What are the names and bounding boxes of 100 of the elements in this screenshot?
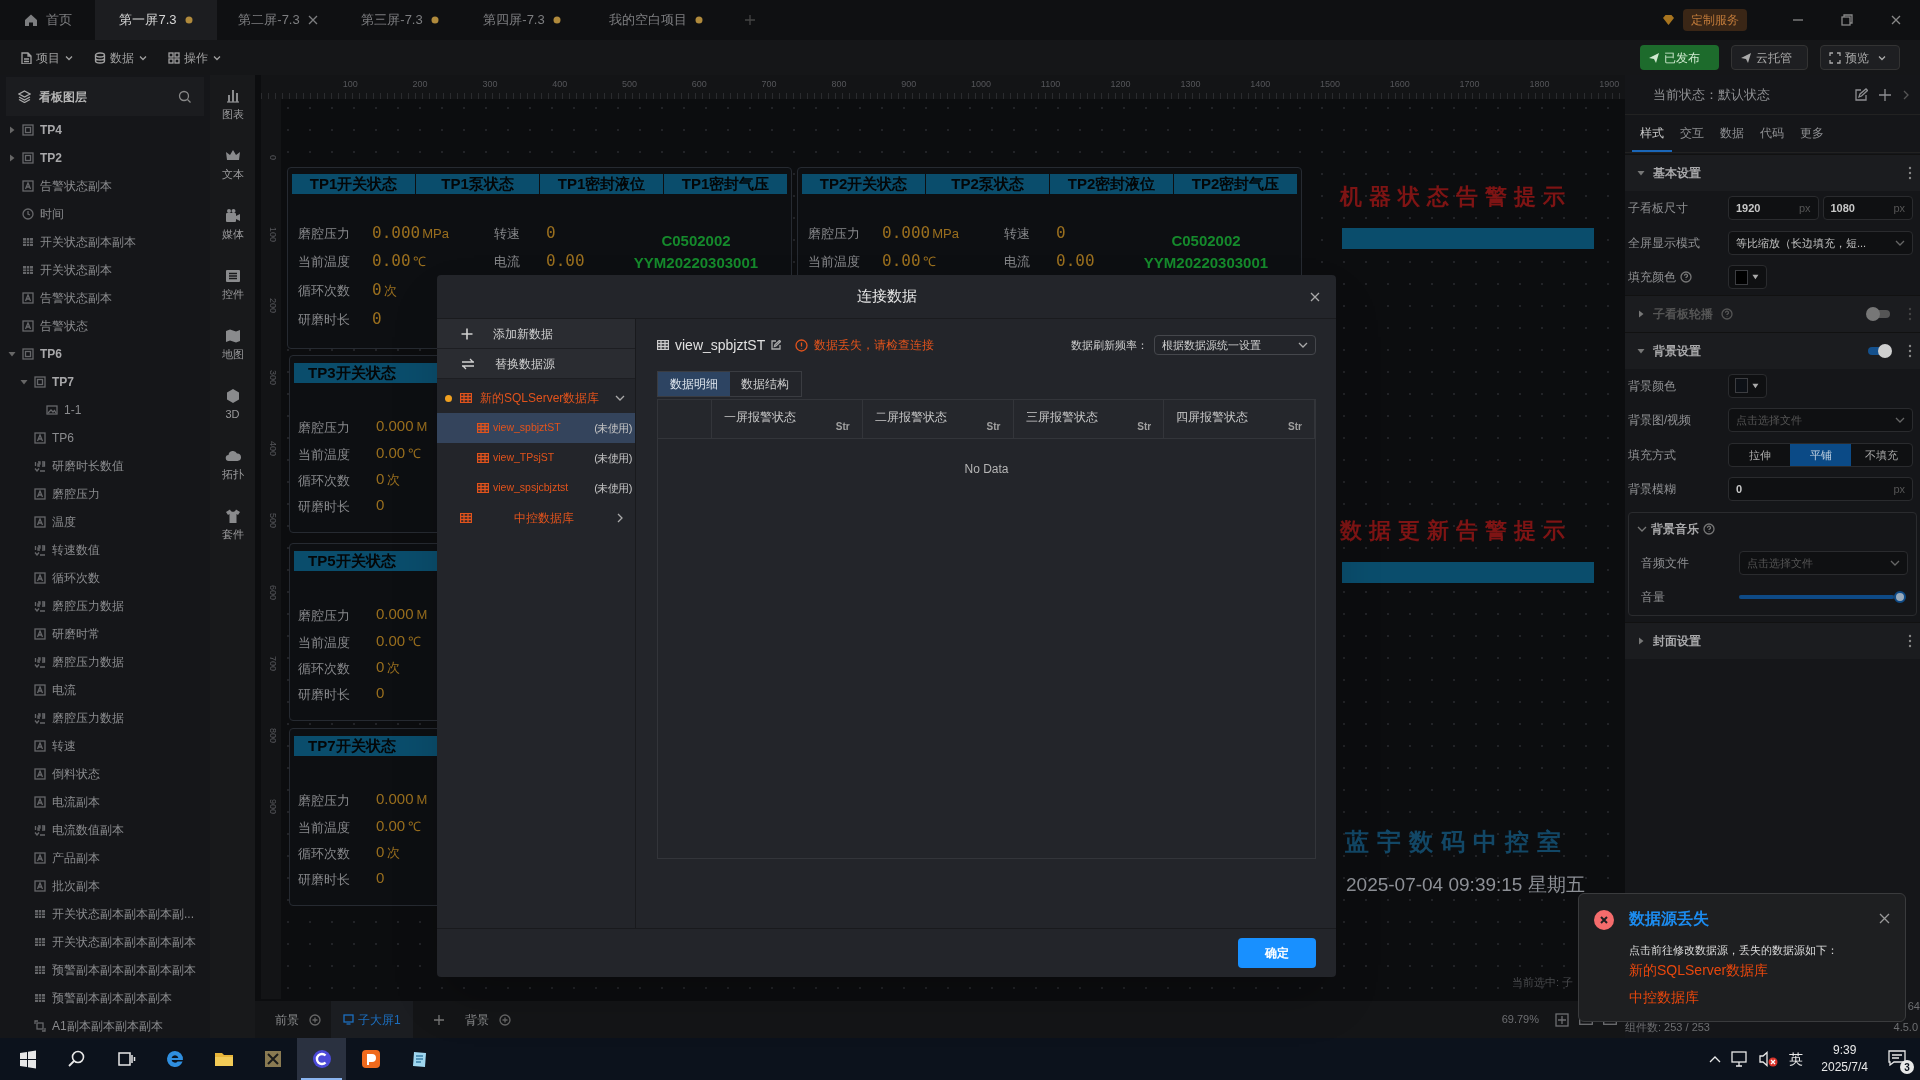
settings-tab[interactable]: 数据 (1712, 115, 1752, 152)
data-table-item[interactable]: view_spsjcbjztst (未使用) (437, 473, 635, 503)
layer-item[interactable]: 开关状态副本副本 (0, 228, 210, 256)
layer-item[interactable]: TP2 (0, 144, 210, 172)
confirm-button[interactable]: 确定 (1238, 938, 1316, 968)
component-category[interactable]: 文本 (212, 148, 253, 208)
screen-tab[interactable]: 子大屏1 (331, 1001, 413, 1038)
layer-item[interactable]: 磨腔压力数据 (0, 648, 210, 676)
add-data-button[interactable]: 添加新数据 (437, 319, 635, 349)
settings-tab[interactable]: 交互 (1672, 115, 1712, 152)
preview-button[interactable]: 预览 (1820, 45, 1900, 70)
service-badge[interactable]: 定制服务 (1683, 9, 1747, 31)
layer-item[interactable]: 告警状态副本 (0, 284, 210, 312)
column-header: 四屏报警状态 (1176, 409, 1249, 426)
layer-item[interactable]: 转速 (0, 732, 210, 760)
component-category[interactable]: 控件 (212, 268, 253, 328)
column-header: 一屏报警状态 (724, 409, 796, 426)
code-text: C0502002 (1170, 231, 1242, 251)
settings-tab[interactable]: 更多 (1792, 115, 1832, 152)
cloud-hosting-button[interactable]: 云托管 (1731, 45, 1808, 70)
layer-item[interactable]: 电流数值副本 (0, 816, 210, 844)
tab[interactable]: 第二屏-7.3 (217, 0, 339, 40)
source-link[interactable]: 新的SQLServer数据库 (1629, 960, 1769, 981)
layer-tab[interactable]: 前景 (275, 1010, 299, 1029)
layer-item[interactable]: 倒料状态 (0, 760, 210, 788)
layer-item[interactable]: 电流 (0, 676, 210, 704)
layer-item[interactable]: 产品副本 (0, 844, 210, 872)
component-category[interactable]: 媒体 (212, 208, 253, 268)
layer-item[interactable]: 电流副本 (0, 788, 210, 816)
layer-item[interactable]: 转速数值 (0, 536, 210, 564)
reading-value: 0 (372, 308, 382, 330)
layer-item[interactable]: A1副本副本副本副本 (0, 1012, 210, 1038)
section-header[interactable]: 基本设置 (1625, 154, 1920, 191)
layer-item[interactable]: 研磨时长数值 (0, 452, 210, 480)
data-source[interactable]: 中控数据库 (437, 503, 635, 533)
layer-item[interactable]: 磨腔压力 (0, 480, 210, 508)
input-method[interactable]: 英 (1789, 1048, 1804, 1070)
menu-button[interactable]: 操作 (160, 44, 230, 71)
settings-tab[interactable]: 代码 (1752, 115, 1792, 152)
layer-item[interactable]: 时间 (0, 200, 210, 228)
ruler-label: 1800 (1529, 78, 1550, 91)
layer-item[interactable]: 预警副本副本副本副本副本 (0, 956, 210, 984)
layer-item[interactable]: 批次副本 (0, 872, 210, 900)
select-field[interactable]: 根据数据源统一设置 (1154, 335, 1316, 355)
data-table-item[interactable]: view_TPsjST (未使用) (437, 443, 635, 473)
header-cell: TP2泵状态 (926, 174, 1049, 194)
layer-item[interactable]: 1-1 (0, 396, 210, 424)
layer-item[interactable]: 告警状态 (0, 312, 210, 340)
layer-item[interactable]: 预警副本副本副本副本 (0, 984, 210, 1012)
number-input[interactable]: 0 px (1728, 477, 1913, 502)
tab[interactable]: 第一屏7.3 (95, 0, 217, 40)
section-header[interactable]: 背景设置 (1625, 331, 1920, 369)
menu-button[interactable]: 项目 (12, 44, 82, 71)
segment-option[interactable]: 平铺 (1790, 443, 1851, 466)
clock-time[interactable]: 9:39 (1832, 1042, 1857, 1059)
layer-item[interactable]: 开关状态副本副本副本副... (0, 900, 210, 928)
data-tab[interactable]: 数据结构 (729, 372, 801, 396)
component-category[interactable]: 套件 (212, 508, 253, 568)
number-input[interactable]: 1920 px (1728, 196, 1819, 221)
settings-tab[interactable]: 样式 (1632, 115, 1672, 152)
segment-option[interactable]: 拉伸 (1729, 443, 1790, 466)
layer-item[interactable]: TP6 (0, 424, 210, 452)
component-category[interactable]: 拓扑 (212, 448, 253, 508)
layer-item[interactable]: 循环次数 (0, 564, 210, 592)
layer-item[interactable]: 研磨时常 (0, 620, 210, 648)
section-header[interactable]: 封面设置 (1625, 621, 1920, 659)
layer-item[interactable]: TP7 (0, 368, 210, 396)
layer-tab[interactable]: 背景 (464, 1010, 489, 1029)
number-input[interactable]: 1080 px (1822, 196, 1913, 221)
layer-item[interactable]: TP6 (0, 340, 210, 368)
component-category[interactable]: 图表 (212, 88, 253, 148)
tab[interactable]: 第四屏-7.3 (461, 0, 583, 40)
menu-button[interactable]: 数据 (86, 44, 156, 71)
usage-status: (未使用) (594, 480, 632, 496)
source-link[interactable]: 中控数据库 (1629, 987, 1699, 1008)
layer-item[interactable]: TP4 (0, 116, 210, 144)
unit-label: px (1893, 201, 1905, 216)
select-field[interactable]: 等比缩放（长边填充，短... (1728, 230, 1913, 255)
layer-item[interactable]: 告警状态副本 (0, 172, 210, 200)
tab[interactable]: 第三屏-7.3 (339, 0, 461, 40)
layer-item[interactable]: 温度 (0, 508, 210, 536)
component-category[interactable]: 地图 (212, 328, 253, 388)
ruler-label: 1900 (1599, 78, 1620, 91)
replace-source-button[interactable]: 替换数据源 (437, 349, 635, 379)
component-category[interactable]: 3D (212, 388, 253, 448)
publish-button[interactable]: 已发布 (1640, 45, 1719, 70)
reading-value: 0.000 (376, 416, 414, 436)
reading-label: 循环次数 (298, 472, 350, 490)
field-label: 数据刷新频率： (1071, 337, 1148, 353)
layer-item[interactable]: 磨腔压力数据 (0, 592, 210, 620)
segment-option[interactable]: 不填充 (1851, 443, 1912, 466)
tab[interactable]: 首页 (0, 0, 95, 40)
tab[interactable]: 我的空白项目 (583, 0, 728, 40)
layer-item[interactable]: 开关状态副本 (0, 256, 210, 284)
layer-item[interactable]: 开关状态副本副本副本副本 (0, 928, 210, 956)
data-source[interactable]: 新的SQLServer数据库 (437, 383, 635, 413)
data-tab[interactable]: 数据明细 (658, 372, 730, 396)
layer-item[interactable]: 磨腔压力数据 (0, 704, 210, 732)
clock-date[interactable]: 2025/7/4 (1821, 1059, 1868, 1076)
data-table-item[interactable]: view_spbjztST (未使用) (437, 413, 635, 443)
